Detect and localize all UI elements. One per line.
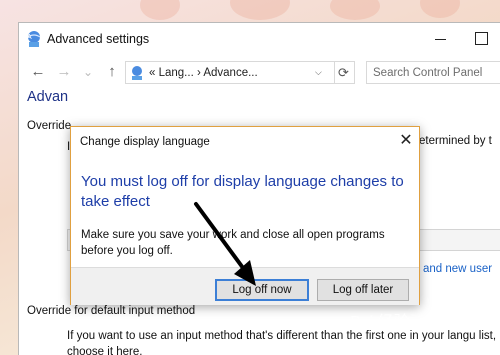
watermark-logo: Bai 经验 [350, 314, 410, 331]
apply-new-user-link[interactable]: and new user [423, 263, 492, 275]
control-panel-icon [129, 65, 145, 81]
back-icon[interactable]: ← [29, 63, 47, 81]
annotation-arrow [194, 202, 256, 286]
refresh-button[interactable]: ⟳ [333, 61, 355, 84]
breadcrumb[interactable]: « Lang... › Advance... [149, 67, 258, 79]
search-placeholder: Search Control Panel [373, 67, 483, 79]
input-method-description: If you want to use an input method that'… [67, 330, 497, 355]
page-title: Advan [27, 89, 69, 105]
dialog-title-bar: Change display language ✕ [71, 127, 419, 157]
override-windows-language-label: Override [27, 120, 72, 132]
forward-icon[interactable]: → [55, 63, 73, 81]
search-input[interactable]: Search Control Panel [366, 61, 500, 84]
maximize-button[interactable] [471, 29, 491, 49]
chevron-down-icon[interactable]: ⌵ [315, 67, 322, 78]
recent-dropdown-icon[interactable]: ⌄ [79, 63, 97, 81]
description-text-right: etermined by t [419, 135, 492, 147]
title-bar: A Advanced settings [19, 23, 500, 55]
up-icon[interactable]: ↑ [103, 63, 121, 81]
close-icon[interactable]: ✕ [397, 132, 415, 150]
dialog-title: Change display language [80, 136, 210, 148]
window-title: Advanced settings [47, 32, 150, 46]
control-panel-icon: A [25, 30, 43, 48]
refresh-icon: ⟳ [338, 65, 349, 80]
minimize-button[interactable] [431, 29, 451, 49]
override-input-method-label: Override for default input method [27, 305, 196, 317]
log-off-later-button[interactable]: Log off later [317, 279, 409, 301]
svg-text:A: A [27, 34, 32, 41]
address-bar[interactable]: « Lang... › Advance... [125, 61, 335, 84]
